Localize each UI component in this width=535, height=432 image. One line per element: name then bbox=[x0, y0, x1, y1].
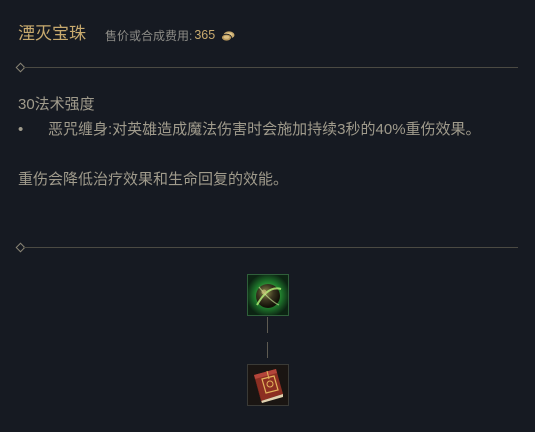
build-tree-connector bbox=[267, 317, 268, 333]
build-tree-connector bbox=[267, 342, 268, 358]
amplifying-tome-icon bbox=[248, 365, 288, 405]
build-tree-item-amplifying-tome[interactable] bbox=[247, 364, 289, 406]
build-tree bbox=[0, 0, 535, 432]
oblivion-orb-icon bbox=[248, 275, 288, 315]
build-tree-item-oblivion-orb[interactable] bbox=[247, 274, 289, 316]
